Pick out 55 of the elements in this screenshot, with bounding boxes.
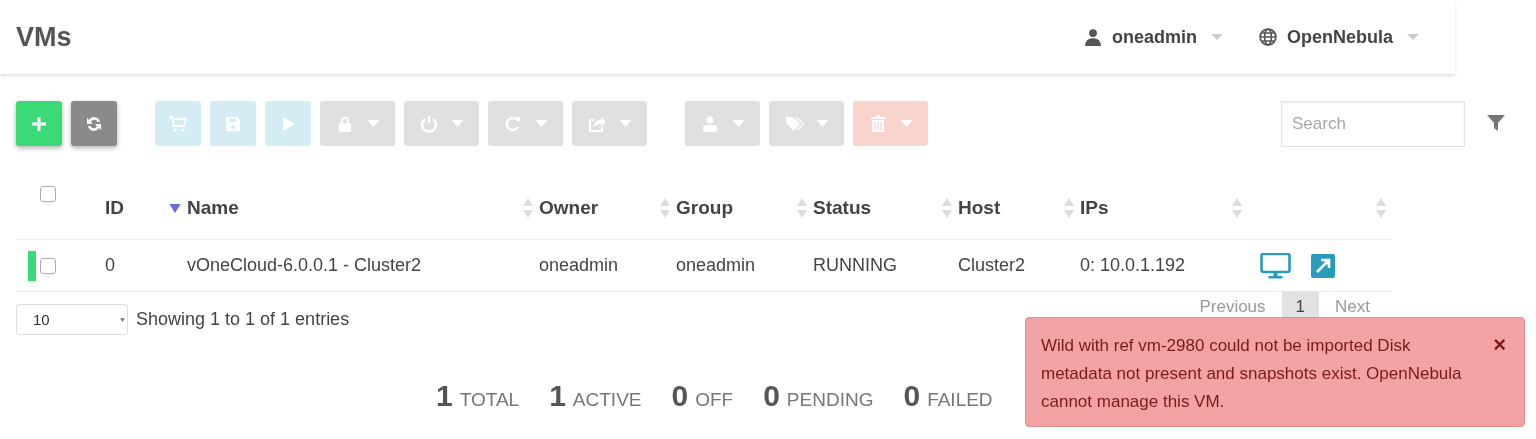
table-cell: 0 (105, 255, 115, 275)
column-header[interactable]: Status (813, 197, 872, 219)
stat-count: 1 (549, 379, 566, 413)
search-field[interactable]: Search (1281, 101, 1465, 147)
stat-label: FAILED (927, 389, 993, 411)
user-menu[interactable]: oneadmin (1077, 22, 1229, 52)
zone-menu[interactable]: OpenNebula (1253, 22, 1425, 52)
select-all-checkbox[interactable] (40, 186, 56, 202)
page-size-select[interactable]: 10 (16, 304, 128, 335)
page-title: VMs (16, 21, 72, 53)
filter-icon[interactable] (1486, 113, 1506, 133)
stat-count: 0 (903, 379, 921, 413)
power-icon (419, 113, 439, 134)
stat-count: 1 (436, 379, 453, 413)
stat-count: 0 (671, 379, 689, 413)
notification-message: Wild with ref vm-2980 could not be imported Disk metadata not present and snapshots exist. OpenNebula cannot manage this VM. (1041, 335, 1463, 413)
monitor-icon[interactable] (1260, 252, 1291, 279)
toolbar-button[interactable] (71, 101, 117, 146)
caret-icon (367, 120, 380, 127)
row-checkbox[interactable] (40, 257, 56, 274)
table-cell: oneadmin (539, 255, 619, 275)
table-cell: vOneCloud-6.0.0.1 - Cluster2 (187, 255, 422, 275)
column-header[interactable]: Owner (539, 197, 599, 219)
external-link-icon[interactable] (1311, 253, 1335, 278)
table-cell: 0: 10.0.1.192 (1080, 255, 1186, 275)
stat-label: PENDING (786, 389, 874, 411)
table-cell: oneadmin (676, 255, 756, 275)
caret-icon (1407, 34, 1419, 40)
stat-label: ACTIVE (572, 389, 642, 411)
table-cell: RUNNING (813, 255, 897, 275)
entries-info: Showing 1 to 1 of 1 entries (136, 309, 350, 330)
globe-icon (1259, 28, 1277, 46)
caret-icon (451, 120, 464, 127)
sort-icon[interactable] (169, 203, 181, 213)
trash-icon (868, 113, 888, 134)
column-header[interactable]: Host (958, 197, 1001, 219)
table-cell: Cluster2 (958, 255, 1026, 275)
close-button[interactable]: × (1489, 332, 1510, 358)
caret-icon (619, 120, 632, 127)
caret-icon (1211, 34, 1223, 40)
column-header[interactable]: Name (187, 197, 239, 219)
column-header[interactable]: IPs (1080, 197, 1109, 219)
caret-icon (816, 120, 829, 127)
caret-icon (120, 317, 125, 322)
toolbar-button[interactable] (16, 101, 62, 146)
caret-icon (732, 120, 745, 127)
column-header[interactable]: Group (676, 197, 733, 219)
user-icon (1083, 28, 1102, 46)
cart-icon (168, 113, 188, 134)
caret-icon (535, 120, 548, 127)
stat-label: OFF (695, 389, 734, 411)
stat-label: TOTAL (459, 389, 520, 411)
caret-icon (900, 120, 913, 127)
column-header[interactable]: ID (105, 197, 124, 219)
stat-count: 0 (763, 379, 780, 413)
